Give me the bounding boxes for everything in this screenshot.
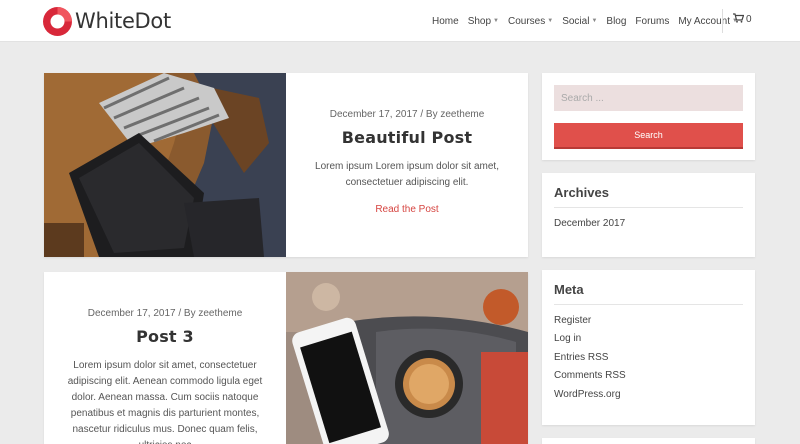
post-excerpt: Lorem ipsum dolor sit amet, consectetuer… bbox=[67, 360, 263, 444]
site-name: WhiteDot bbox=[75, 9, 171, 33]
post-card: December 17, 2017 / By zeetheme Post 3 L… bbox=[44, 272, 528, 444]
nav-divider bbox=[722, 9, 723, 33]
logo-ring-icon bbox=[43, 6, 72, 36]
nav-item-courses[interactable]: Courses ▼ bbox=[508, 16, 553, 27]
search-button[interactable]: Search bbox=[554, 123, 743, 147]
chevron-down-icon: ▼ bbox=[547, 18, 554, 24]
post-title[interactable]: Beautiful Post bbox=[286, 128, 528, 147]
site-header: WhiteDot Home Shop ▼ Courses ▼ Social ▼ Blo… bbox=[0, 0, 800, 42]
nav-item-my-account[interactable]: My Account ▼ bbox=[678, 16, 738, 27]
meta-link-entries-rss[interactable]: Entries RSS bbox=[554, 352, 626, 370]
search-widget: Search bbox=[542, 73, 755, 160]
divider bbox=[554, 207, 743, 208]
cart-icon bbox=[733, 13, 745, 26]
nav-item-blog[interactable]: Blog bbox=[606, 16, 626, 27]
post-meta: December 17, 2017 / By zeetheme bbox=[87, 308, 243, 319]
nav-item-label: Courses bbox=[508, 15, 546, 27]
meta-link-login[interactable]: Log in bbox=[554, 333, 626, 351]
post-thumbnail-phone-coffee-image[interactable] bbox=[286, 272, 528, 444]
nav-item-forums[interactable]: Forums bbox=[635, 16, 669, 27]
main-nav: Home Shop ▼ Courses ▼ Social ▼ Blog Forums … bbox=[432, 0, 747, 42]
chevron-down-icon: ▼ bbox=[493, 18, 499, 24]
archives-list: December 2017 bbox=[554, 218, 625, 229]
sidebar-widget bbox=[542, 438, 755, 444]
archives-widget: Archives December 2017 bbox=[542, 173, 755, 257]
nav-item-label: Forums bbox=[635, 15, 670, 27]
meta-widget: Meta Register Log in Entries RSS Comment… bbox=[542, 270, 755, 425]
nav-item-shop[interactable]: Shop ▼ bbox=[468, 16, 499, 27]
nav-item-label: Shop bbox=[467, 15, 492, 27]
widget-title: Meta bbox=[554, 282, 584, 297]
post-thumbnail-bag-image[interactable] bbox=[44, 73, 286, 257]
read-more-link[interactable]: Read the Post bbox=[375, 204, 438, 215]
post-content: December 17, 2017 / By zeetheme Beautifu… bbox=[286, 109, 528, 217]
meta-link-register[interactable]: Register bbox=[554, 315, 626, 333]
cart-count: 0 bbox=[746, 14, 752, 25]
post-content: December 17, 2017 / By zeetheme Post 3 L… bbox=[44, 308, 286, 444]
nav-item-label: Blog bbox=[606, 15, 627, 27]
divider bbox=[554, 304, 743, 305]
nav-item-home[interactable]: Home bbox=[432, 16, 459, 27]
widget-title: Archives bbox=[554, 185, 609, 200]
chevron-down-icon: ▼ bbox=[591, 18, 598, 24]
nav-item-label: Social bbox=[562, 15, 590, 27]
post-meta: December 17, 2017 / By zeetheme bbox=[329, 109, 485, 120]
meta-list: Register Log in Entries RSS Comments RSS… bbox=[554, 315, 626, 407]
post-excerpt: Lorem ipsum Lorem ipsum dolor sit amet, … bbox=[315, 161, 499, 188]
site-logo[interactable]: WhiteDot bbox=[43, 5, 171, 37]
post-title[interactable]: Post 3 bbox=[44, 327, 286, 346]
nav-item-social[interactable]: Social ▼ bbox=[562, 16, 597, 27]
archive-link[interactable]: December 2017 bbox=[554, 218, 625, 229]
post-card: December 17, 2017 / By zeetheme Beautifu… bbox=[44, 73, 528, 257]
nav-item-label: Home bbox=[432, 15, 459, 27]
meta-link-comments-rss[interactable]: Comments RSS bbox=[554, 370, 626, 388]
cart-button[interactable]: 0 bbox=[733, 13, 752, 26]
meta-link-wordpress-org[interactable]: WordPress.org bbox=[554, 389, 626, 407]
search-input[interactable] bbox=[554, 85, 743, 111]
